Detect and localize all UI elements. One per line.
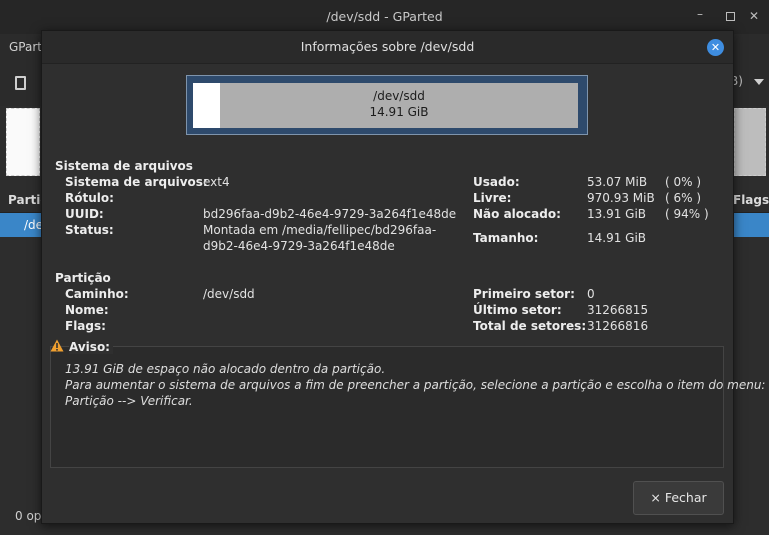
free-value: 970.93 MiB [587,191,655,205]
minimize-icon[interactable]: – [697,8,703,20]
gparted-window-title: /dev/sdd - GParted [326,9,443,24]
warning-icon [50,339,64,352]
column-header-flags[interactable]: Flags [733,193,769,207]
total-sectors-value: 31266816 [587,319,649,333]
partition-info-dialog: Informações sobre /dev/sdd ✕ /dev/sdd 14… [41,30,765,524]
unallocated-value: 13.91 GiB [587,207,647,221]
uuid-value: bd296faa-d9b2-46e4-9729-3a264f1e48de [203,207,457,221]
name-label: Nome: [65,303,109,317]
last-sector-value: 31266815 [587,303,649,317]
partition-used-bar [193,83,220,128]
used-percent: ( 0% ) [665,175,702,189]
partition-graphic-path: /dev/sdd [373,89,425,103]
disk-map-used[interactable] [6,108,40,176]
warning-box: 13.91 GiB de espaço não alocado dentro d… [50,346,765,468]
path-label: Caminho: [65,287,129,301]
fs-type-value: ext4 [203,175,230,189]
partition-graphic-size: 14.91 GiB [369,105,429,119]
path-value: /dev/sdd [203,287,255,301]
dialog-header: Informações sobre /dev/sdd ✕ [42,31,733,64]
dialog-close-icon[interactable]: ✕ [707,39,724,56]
window-close-icon[interactable]: ✕ [749,10,759,22]
used-value: 53.07 MiB [587,175,648,189]
warning-line-1: 13.91 GiB de espaço não alocado dentro d… [65,362,386,376]
uuid-label: UUID: [65,207,104,221]
close-button[interactable]: × Fechar [633,481,724,515]
unallocated-percent: ( 94% ) [665,207,709,221]
status-value-line2: d9b2-46e4-9729-3a264f1e48de [203,239,395,253]
warning-line-2: Para aumentar o sistema de arquivos a fi… [65,378,766,392]
fs-type-label: Sistema de arquivos: [65,175,208,189]
new-partition-icon[interactable] [15,76,26,90]
warning-title: Aviso: [69,340,113,354]
fs-label-label: Rótulo: [65,191,114,205]
warning-line-3: Partição --> Verificar. [65,394,193,408]
used-label: Usado: [473,175,520,189]
disk-map-free[interactable] [734,108,766,176]
maximize-icon[interactable] [726,12,735,21]
flags-label: Flags: [65,319,106,333]
first-sector-value: 0 [587,287,595,301]
dialog-title: Informações sobre /dev/sdd [300,39,475,54]
screen: /dev/sdd - GParted – ✕ GParted B) Partiç… [0,0,769,535]
first-sector-label: Primeiro setor: [473,287,575,301]
filesystem-section-title: Sistema de arquivos [55,159,193,173]
status-value-line1: Montada em /media/fellipec/bd296faa- [203,223,437,237]
chevron-down-icon[interactable] [754,79,764,85]
total-sectors-label: Total de setores: [473,319,587,333]
status-label: Status: [65,223,114,237]
size-label: Tamanho: [473,231,539,245]
last-sector-label: Último setor: [473,303,562,317]
free-label: Livre: [473,191,512,205]
size-value: 14.91 GiB [587,231,647,245]
free-percent: ( 6% ) [665,191,702,205]
unallocated-label: Não alocado: [473,207,561,221]
partition-section-title: Partição [55,271,111,285]
